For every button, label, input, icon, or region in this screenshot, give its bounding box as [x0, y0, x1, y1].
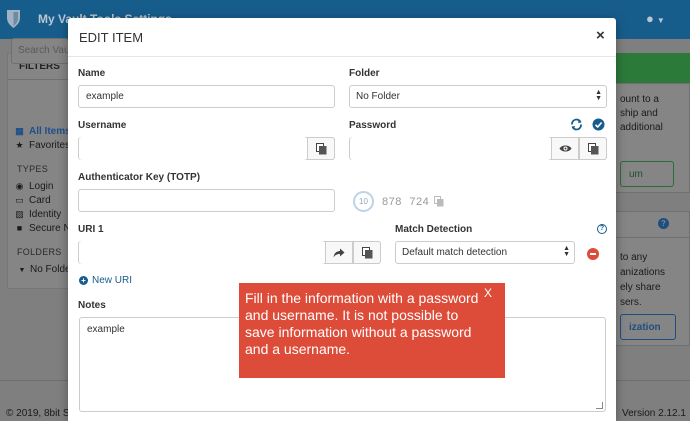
grid-icon: ▦: [15, 126, 24, 136]
match-detection-label: Match Detection: [395, 224, 473, 235]
folders-heading: FOLDERS: [17, 247, 62, 257]
copy-username-button[interactable]: [307, 137, 335, 160]
folder-label: Folder: [349, 68, 380, 79]
lock-icon: ■: [16, 223, 23, 233]
new-uri-link[interactable]: + New URI: [79, 275, 132, 286]
caret-down-icon: ▼: [18, 267, 26, 274]
premium-card-text: ount to a ship and additional: [620, 94, 663, 133]
match-detection-select[interactable]: Default match detection ▲ ▼: [395, 241, 575, 264]
username-field: [78, 137, 335, 160]
new-organization-button[interactable]: ization: [620, 314, 676, 340]
totp-code: 878 724: [382, 196, 430, 208]
uri-field: [78, 241, 381, 264]
eye-icon: [559, 145, 571, 152]
copy-icon: [315, 142, 326, 154]
instruction-text: Fill in the information with a password …: [245, 290, 479, 357]
vault-search-input[interactable]: Search Vault: [11, 38, 69, 64]
match-detection-value: Default match detection: [402, 247, 508, 258]
organizations-card-text: to any anizations ely share sers.: [620, 252, 666, 308]
instruction-popup: Fill in the information with a password …: [239, 283, 505, 378]
notes-label: Notes: [78, 300, 106, 311]
premium-card-header: [611, 53, 690, 83]
copy-totp-icon[interactable]: [434, 196, 444, 207]
username-input[interactable]: [79, 137, 307, 160]
copy-icon: [361, 246, 372, 258]
password-field: [349, 137, 607, 160]
filter-favorites[interactable]: ★ Favorites: [14, 140, 70, 151]
name-input[interactable]: example: [78, 85, 335, 108]
chevron-down-icon: ▼: [656, 16, 665, 25]
totp-countdown: 10: [353, 191, 374, 212]
filter-card[interactable]: ▭ Card: [14, 195, 50, 206]
shield-logo-icon[interactable]: [6, 9, 21, 29]
share-arrow-icon: [333, 248, 345, 257]
footer-version: Version 2.12.1: [622, 408, 686, 419]
uri-input[interactable]: [79, 241, 325, 264]
remove-uri-icon[interactable]: [587, 248, 599, 260]
id-card-icon: ▨: [15, 209, 24, 219]
totp-input[interactable]: [78, 189, 335, 212]
types-heading: TYPES: [17, 164, 49, 174]
organizations-card: ? to any anizations ely share sers. izat…: [611, 211, 690, 346]
organizations-card-header: ?: [612, 212, 689, 238]
close-icon[interactable]: ×: [596, 27, 605, 44]
toggle-visibility-button[interactable]: [551, 137, 579, 160]
folder-select-value: No Folder: [356, 91, 400, 102]
password-label: Password: [349, 120, 397, 131]
name-label: Name: [78, 68, 106, 79]
help-icon[interactable]: ?: [597, 224, 607, 234]
folder-select[interactable]: No Folder ▲ ▼: [349, 85, 607, 108]
uri-label: URI 1: [78, 224, 104, 235]
password-input[interactable]: [350, 137, 551, 160]
username-label: Username: [78, 120, 127, 131]
globe-icon: ◉: [15, 181, 24, 191]
totp-label: Authenticator Key (TOTP): [78, 172, 201, 183]
notes-value: example: [87, 324, 125, 335]
plus-circle-icon: +: [79, 276, 88, 285]
user-menu[interactable]: ● ▼: [646, 11, 665, 26]
dialog-header: EDIT ITEM ×: [68, 18, 616, 57]
premium-button[interactable]: um: [620, 161, 674, 187]
copy-uri-button[interactable]: [353, 241, 381, 264]
filter-login[interactable]: ◉ Login: [14, 181, 54, 192]
filter-identity[interactable]: ▨ Identity: [14, 209, 61, 220]
user-circle-icon: ●: [646, 11, 654, 26]
dialog-title: EDIT ITEM: [79, 30, 144, 45]
popup-close-button[interactable]: X: [484, 286, 492, 300]
credit-card-icon: ▭: [15, 195, 24, 205]
generate-password-icon[interactable]: [570, 118, 583, 131]
star-icon: ★: [15, 140, 24, 150]
help-icon[interactable]: ?: [658, 218, 669, 229]
check-password-icon[interactable]: [592, 118, 605, 131]
select-arrows-icon: ▲ ▼: [563, 245, 570, 258]
copy-icon: [587, 142, 598, 154]
premium-card: ount to a ship and additional um: [611, 83, 690, 193]
filter-all-items[interactable]: ▦ All Items: [14, 126, 70, 137]
copy-password-button[interactable]: [579, 137, 607, 160]
launch-uri-button[interactable]: [325, 241, 353, 264]
select-arrows-icon: ▲ ▼: [595, 89, 602, 102]
resize-handle-icon[interactable]: [596, 402, 603, 409]
filter-no-folder[interactable]: ▼ No Folder: [18, 264, 74, 275]
